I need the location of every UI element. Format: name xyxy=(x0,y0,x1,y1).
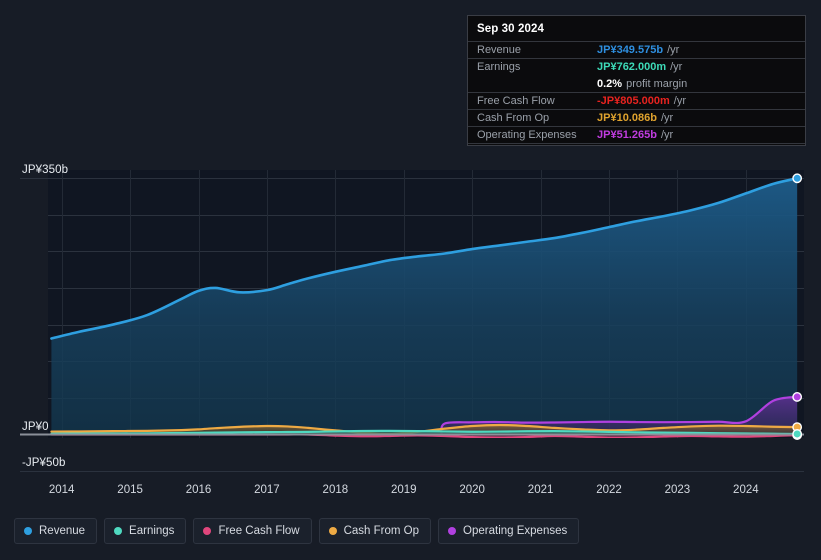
endpoint-marker-revenue[interactable] xyxy=(792,173,803,184)
x-axis-tick-label: 2023 xyxy=(664,484,691,496)
chart-page: JP¥350b JP¥0 -JP¥50b 2014 2015 2016 2017 2018 2… xyxy=(0,0,821,560)
chart-legend[interactable]: Revenue Earnings Free Cash Flow Cash From O… xyxy=(14,518,580,544)
tooltip-row-value: JP¥762.000m xyxy=(597,61,667,73)
x-axis-tick-label: 2014 xyxy=(48,484,75,496)
tooltip-row-label: Operating Expenses xyxy=(477,129,577,141)
tooltip-row-unit: /yr xyxy=(673,95,687,107)
endpoint-marker-operating-expenses[interactable] xyxy=(792,392,803,402)
tooltip-bottom-separator xyxy=(468,143,805,145)
tooltip-row-unit: /yr xyxy=(660,112,674,124)
x-axis-tick-label: 2020 xyxy=(459,484,485,496)
legend-item-operating-expenses[interactable]: Operating Expenses xyxy=(438,518,580,544)
chart-tooltip: Sep 30 2024 Revenue JP¥349.575b/yr Earning… xyxy=(467,15,806,146)
tooltip-rows: Revenue JP¥349.575b/yr Earnings JP¥762.000m… xyxy=(468,41,805,145)
tooltip-row: Earnings JP¥762.000m/yr xyxy=(468,58,805,75)
legend-item-label: Operating Expenses xyxy=(463,525,568,537)
x-axis-tick-label: 2022 xyxy=(596,484,622,496)
legend-color-dot xyxy=(328,527,337,535)
legend-color-dot xyxy=(114,527,123,535)
legend-item-label: Revenue xyxy=(39,525,86,537)
tooltip-row-unit: /yr xyxy=(667,44,680,56)
x-axis-tick-label: 2017 xyxy=(254,484,280,496)
tooltip-row-label: Cash From Op xyxy=(477,112,550,124)
y-axis-tick-label: JP¥0 xyxy=(22,420,49,433)
x-axis-tick-label: 2019 xyxy=(390,484,417,496)
x-axis-tick-label: 2016 xyxy=(185,484,212,496)
y-axis-tick-label: JP¥350b xyxy=(22,164,69,176)
tooltip-row-value: JP¥51.265b xyxy=(597,129,657,141)
tooltip-date: Sep 30 2024 xyxy=(477,23,544,35)
x-axis-tick-label: 2015 xyxy=(117,484,143,496)
tooltip-row: 0.2% profit margin xyxy=(468,75,805,92)
tooltip-row: Revenue JP¥349.575b/yr xyxy=(468,41,805,58)
tooltip-row: Free Cash Flow -JP¥805.000m/yr xyxy=(468,92,805,109)
tooltip-row-label: Revenue xyxy=(477,44,522,56)
endpoint-marker-earnings[interactable] xyxy=(792,429,803,439)
legend-color-dot xyxy=(24,527,32,535)
tooltip-row: Operating Expenses JP¥51.265b/yr xyxy=(468,126,805,143)
tooltip-row-value: JP¥349.575b xyxy=(597,44,664,56)
tooltip-row-value: -JP¥805.000m xyxy=(597,95,670,107)
legend-item-earnings[interactable]: Earnings xyxy=(104,518,187,544)
legend-item-cash-from-op[interactable]: Cash From Op xyxy=(318,518,432,544)
legend-item-label: Cash From Op xyxy=(343,525,420,537)
tooltip-row-label: Free Cash Flow xyxy=(477,95,555,107)
legend-color-dot xyxy=(203,527,212,535)
legend-color-dot xyxy=(448,527,457,535)
tooltip-row-value: 0.2% xyxy=(597,77,623,90)
y-axis-tick-label: -JP¥50b xyxy=(22,457,66,470)
tooltip-row-unit: /yr xyxy=(660,129,674,141)
tooltip-row-value: JP¥10.086b xyxy=(597,112,657,124)
tooltip-row-unit: /yr xyxy=(670,61,683,73)
legend-item-free-cash-flow[interactable]: Free Cash Flow xyxy=(193,518,312,544)
tooltip-row-unit: profit margin xyxy=(626,77,688,90)
legend-item-label: Free Cash Flow xyxy=(218,525,300,537)
x-axis-tick-label: 2024 xyxy=(733,484,759,496)
legend-item-revenue[interactable]: Revenue xyxy=(14,518,98,544)
x-axis-tick-label: 2018 xyxy=(322,484,349,496)
x-axis-tick-label: 2021 xyxy=(527,484,554,496)
legend-item-label: Earnings xyxy=(129,525,175,537)
tooltip-row-label: Earnings xyxy=(477,61,521,73)
tooltip-row: Cash From Op JP¥10.086b/yr xyxy=(468,109,805,126)
